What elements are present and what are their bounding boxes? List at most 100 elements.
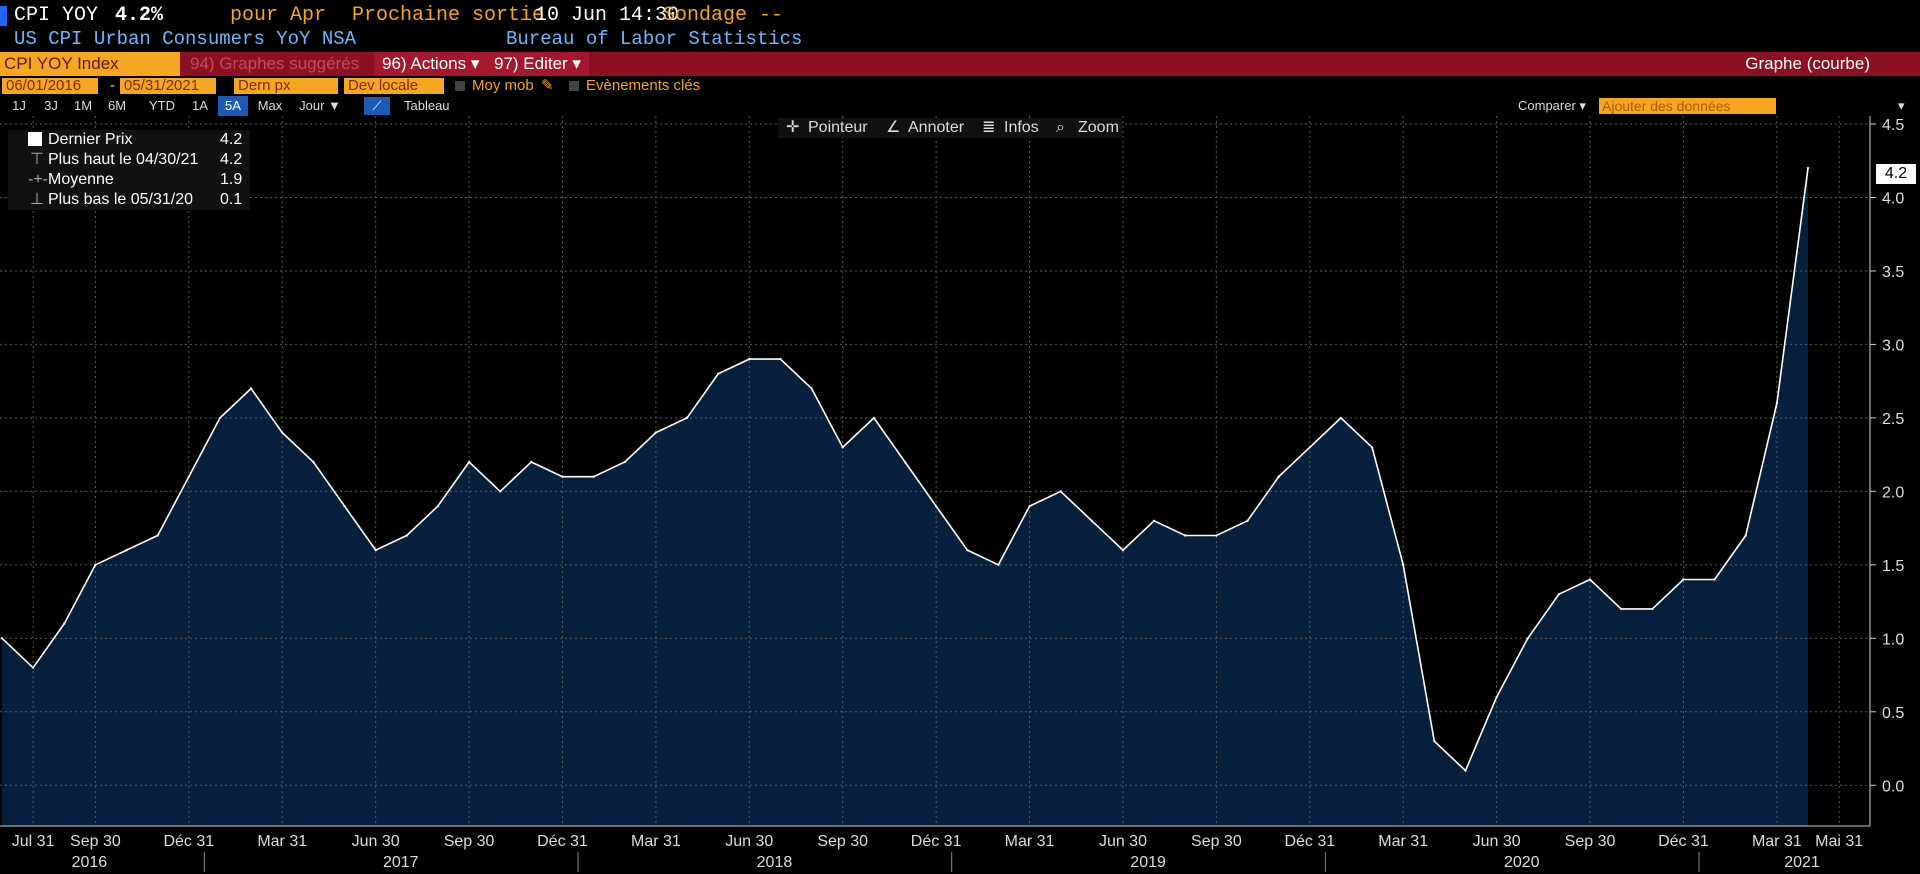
x-tick-label: Jul 31 bbox=[12, 833, 55, 850]
x-tick-label: Sep 30 bbox=[70, 833, 121, 850]
legend-value: 0.1 bbox=[220, 191, 243, 208]
pencil-icon[interactable]: ✎ bbox=[541, 78, 554, 94]
year-label: 2020 bbox=[1504, 854, 1540, 871]
data-point bbox=[997, 563, 1000, 566]
chart-toolbar: ✛ Pointeur ∠ Annoter ≣ Infos ⌕ Zoom bbox=[778, 118, 1122, 138]
data-point bbox=[1184, 534, 1187, 537]
survey-label: Sondage -- bbox=[663, 4, 784, 27]
data-point bbox=[187, 475, 190, 478]
start-date-field[interactable]: 06/01/2016 bbox=[2, 78, 98, 94]
data-point bbox=[872, 416, 876, 420]
data-point bbox=[436, 504, 440, 508]
legend-name: Plus haut le 04/30/21 bbox=[48, 151, 199, 168]
suggested-charts-button[interactable]: 94) Graphes suggérés bbox=[186, 52, 370, 76]
actions-button[interactable]: 96) Actions ▾ bbox=[374, 52, 488, 76]
price-field-select[interactable]: Dern px bbox=[234, 78, 338, 94]
data-point bbox=[1713, 578, 1716, 581]
pointer-tool[interactable]: Pointeur bbox=[808, 118, 868, 138]
key-events-checkbox[interactable] bbox=[569, 81, 579, 91]
data-point bbox=[312, 460, 315, 464]
period-button-1j[interactable]: 1J bbox=[8, 96, 30, 116]
data-point bbox=[1308, 446, 1312, 449]
last-value-tag: 4.2 bbox=[1876, 164, 1916, 184]
year-label: 2021 bbox=[1784, 854, 1820, 871]
menu-chevron-icon[interactable]: ▾ bbox=[1898, 98, 1905, 114]
zoom-tool[interactable]: Zoom bbox=[1078, 118, 1119, 138]
compare-button[interactable]: Comparer ▾ bbox=[1518, 98, 1586, 114]
data-point bbox=[654, 431, 658, 434]
x-tick-label: Jun 30 bbox=[1099, 833, 1147, 850]
period-button-1a[interactable]: 1A bbox=[190, 96, 210, 116]
zoom-icon[interactable]: ⌕ bbox=[1056, 118, 1065, 138]
data-point bbox=[685, 416, 689, 420]
data-point bbox=[1433, 740, 1436, 743]
data-point bbox=[841, 446, 844, 449]
end-date-field[interactable]: 05/31/2021 bbox=[120, 78, 216, 94]
key-events-label: Evènements clés bbox=[586, 77, 701, 94]
x-tick-label: Déc 31 bbox=[1284, 833, 1335, 850]
period-button-max[interactable]: Max bbox=[256, 96, 284, 116]
data-point bbox=[1370, 446, 1374, 449]
data-point bbox=[1090, 519, 1094, 522]
table-button[interactable]: Tableau bbox=[404, 98, 450, 113]
data-point bbox=[1806, 166, 1810, 170]
data-point bbox=[1775, 402, 1779, 405]
legend-name: Moyenne bbox=[48, 171, 114, 188]
data-point bbox=[249, 387, 253, 390]
chart-type-label[interactable]: Graphe (courbe) bbox=[1745, 52, 1870, 76]
data-source: Bureau of Labor Statistics bbox=[506, 28, 803, 50]
average-marker-icon: -+- bbox=[28, 171, 48, 188]
y-tick-label: 3.5 bbox=[1882, 264, 1904, 281]
annotate-icon[interactable]: ∠ bbox=[886, 118, 900, 138]
data-point bbox=[810, 387, 813, 390]
x-tick-label: Mar 31 bbox=[631, 833, 681, 850]
period-button-3j[interactable]: 3J bbox=[40, 96, 62, 116]
controls-bar: 06/01/2016 - 05/31/2021 Dern px Dev loca… bbox=[0, 76, 1920, 96]
data-point bbox=[1028, 504, 1031, 508]
x-tick-label: Sep 30 bbox=[444, 833, 495, 850]
currency-select[interactable]: Dev locale bbox=[344, 78, 444, 94]
crosshair-icon[interactable]: ✛ bbox=[786, 118, 799, 138]
series-color-swatch bbox=[28, 132, 42, 146]
x-tick-label: Sep 30 bbox=[1191, 833, 1242, 850]
edit-button[interactable]: 97) Editer ▾ bbox=[486, 52, 589, 76]
menu-bar: CPI YOY Index 94) Graphes suggérés 96) A… bbox=[0, 52, 1920, 76]
next-release-date: 10 Jun 14:30 bbox=[535, 4, 680, 27]
period-button-5a[interactable]: 5A bbox=[218, 96, 248, 116]
period-button-1m[interactable]: 1M bbox=[72, 96, 94, 116]
ticker: CPI YOY bbox=[14, 4, 99, 27]
data-point bbox=[561, 475, 564, 478]
security-description: US CPI Urban Consumers YoY NSA bbox=[14, 28, 357, 50]
data-point bbox=[1744, 534, 1747, 537]
year-label: 2016 bbox=[72, 854, 108, 871]
period-button-ytd[interactable]: YTD bbox=[142, 96, 182, 116]
info-icon[interactable]: ≣ bbox=[982, 118, 995, 138]
period-button-jour[interactable]: Jour ▼ bbox=[292, 96, 348, 116]
moving-average-checkbox[interactable] bbox=[455, 81, 465, 91]
next-release-label: Prochaine sortie bbox=[352, 4, 545, 27]
chart-icon[interactable]: ⟋ bbox=[364, 97, 390, 115]
x-tick-label: Jun 30 bbox=[1473, 833, 1521, 850]
add-data-input[interactable]: Ajouter des données bbox=[1599, 98, 1776, 114]
period-button-6m[interactable]: 6M bbox=[104, 96, 130, 116]
data-point bbox=[1152, 519, 1156, 522]
x-tick-label: Déc 31 bbox=[1658, 833, 1709, 850]
data-point bbox=[374, 548, 377, 552]
series-area bbox=[2, 168, 1808, 827]
high-marker-icon: ⊤ bbox=[30, 151, 44, 168]
x-tick-label: Jun 30 bbox=[725, 833, 773, 850]
data-point bbox=[1059, 490, 1062, 493]
security-field[interactable]: CPI YOY Index bbox=[0, 52, 180, 76]
data-point bbox=[717, 372, 720, 375]
year-label: 2019 bbox=[1130, 854, 1166, 871]
moving-average-label: Moy mob bbox=[472, 77, 534, 94]
y-tick-label: 0.5 bbox=[1882, 705, 1904, 722]
cpi-area-chart[interactable]: 0.0 0.5 1.0 1.5 2.0 2.5 3.0 3.5 4.0 4.5 Jul 31 Sep … bbox=[0, 116, 1920, 874]
data-point bbox=[467, 460, 471, 464]
x-tick-label: Mar 31 bbox=[257, 833, 307, 850]
info-tool[interactable]: Infos bbox=[1004, 118, 1039, 138]
data-point bbox=[1588, 578, 1592, 581]
annotate-tool[interactable]: Annoter bbox=[908, 118, 964, 138]
data-point bbox=[748, 357, 751, 361]
data-point bbox=[1215, 534, 1218, 537]
